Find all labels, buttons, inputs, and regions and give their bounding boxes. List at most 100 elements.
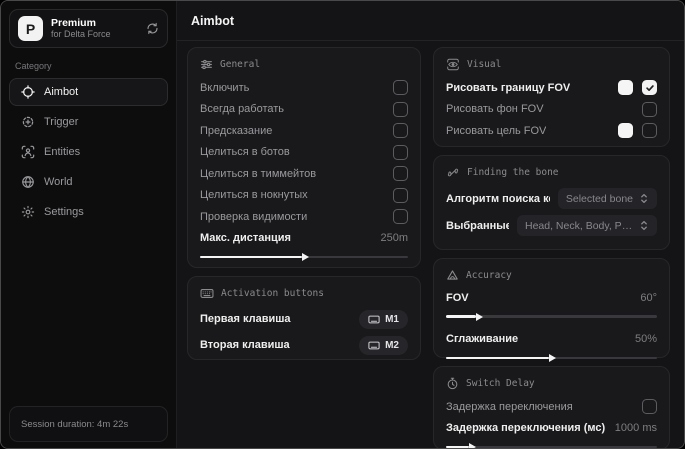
setting-label: Проверка видимости (200, 210, 308, 223)
tune-icon (201, 59, 212, 70)
bone-row-algorithm: Алгоритм поиска костей Selected bone (446, 185, 657, 212)
visual-label: Рисовать цель FOV (446, 124, 547, 137)
keyboard-icon (368, 341, 380, 349)
visual-row-fov-background: Рисовать фон FOV (446, 99, 657, 121)
keybind-label: Вторая клавиша (200, 339, 290, 351)
setting-label: Макс. дистанция (200, 232, 291, 245)
keybind-button-m1[interactable]: M1 (359, 309, 408, 329)
panel-finding-bone: Finding the bone Алгоритм поиска костей … (433, 155, 670, 250)
bone-algorithm-select[interactable]: Selected bone (557, 188, 657, 209)
page-title: Aimbot (191, 13, 235, 28)
crosshair-icon (20, 85, 35, 100)
sidebar-item-label: Trigger (44, 116, 79, 128)
panel-accuracy: Accuracy FOV 60° Сглаживание 50% (433, 258, 670, 362)
page-header: Aimbot (177, 1, 684, 41)
visual-label: Рисовать фон FOV (446, 103, 544, 116)
sidebar-item-world[interactable]: World (9, 168, 168, 196)
gear-icon (20, 205, 35, 220)
sidebar-item-settings[interactable]: Settings (9, 198, 168, 226)
content: General Включить Всегда работать Предска… (177, 41, 684, 448)
smoothing-value: 50% (634, 333, 657, 346)
keyboard-icon (368, 315, 380, 323)
setting-label: Включить (200, 81, 250, 94)
setting-row-enable: Включить (200, 77, 408, 99)
switch-delay-label: Задержка переключения (446, 400, 573, 413)
switch-delay-ms-value: 1000 ms (614, 422, 657, 435)
checkbox-switch-delay[interactable] (642, 399, 657, 415)
smoothing-slider[interactable] (446, 352, 657, 364)
brand-logo: P (18, 16, 43, 41)
switch-delay-slider[interactable] (446, 441, 657, 448)
chevrons-updown-icon (641, 221, 647, 230)
color-swatch-fov-border[interactable] (618, 80, 633, 96)
sidebar-item-label: World (44, 176, 73, 188)
checkbox-target-knocked[interactable] (393, 187, 408, 203)
keybind-label: Первая клавиша (200, 313, 291, 325)
bone-label: Алгоритм поиска костей (446, 192, 550, 205)
keybind-button-m2[interactable]: M2 (359, 335, 408, 355)
visual-label: Рисовать границу FOV (446, 81, 571, 94)
bone-label: Выбранные кости (446, 219, 509, 232)
sync-icon[interactable] (146, 22, 159, 35)
max-distance-slider[interactable] (200, 251, 408, 263)
accuracy-icon (447, 270, 458, 280)
keybind-row-second: Вторая клавиша M2 (200, 332, 408, 358)
checkbox-fov-background[interactable] (642, 101, 657, 117)
keyboard-icon (200, 289, 214, 298)
setting-row-always-work: Всегда работать (200, 99, 408, 121)
slider-thumb[interactable] (549, 354, 557, 362)
visual-row-fov-target: Рисовать цель FOV (446, 120, 657, 142)
setting-row-target-teammates: Целиться в тиммейтов (200, 163, 408, 185)
fov-slider[interactable] (446, 311, 657, 323)
slider-thumb[interactable] (469, 443, 477, 448)
checkbox-target-teammates[interactable] (393, 166, 408, 182)
slider-thumb[interactable] (475, 312, 483, 321)
checkbox-fov-target[interactable] (642, 123, 657, 139)
panel-switch-delay: Switch Delay Задержка переключения Задер… (433, 366, 670, 448)
accuracy-label: Сглаживание (446, 333, 519, 346)
checkbox-prediction[interactable] (393, 123, 408, 139)
main-area: Aimbot General Включить Всегда работать … (177, 1, 684, 448)
checkbox-always-work[interactable] (393, 101, 408, 117)
accuracy-row-fov: FOV 60° (446, 287, 657, 309)
accuracy-label: FOV (446, 291, 469, 304)
checkbox-target-bots[interactable] (393, 144, 408, 160)
fov-value: 60° (640, 291, 657, 304)
selected-bones-select[interactable]: Head, Neck, Body, Pe... (517, 215, 657, 236)
color-swatch-fov-target[interactable] (618, 123, 633, 139)
setting-row-target-bots: Целиться в ботов (200, 142, 408, 164)
session-duration-text: Session duration: 4m 22s (21, 418, 129, 430)
setting-row-prediction: Предсказание (200, 120, 408, 142)
panel-switch-delay-title: Switch Delay (446, 377, 657, 390)
sidebar-item-aimbot[interactable]: Aimbot (9, 78, 168, 106)
max-distance-value: 250m (380, 232, 408, 245)
sidebar-item-entities[interactable]: Entities (9, 138, 168, 166)
check-icon (645, 84, 654, 91)
timer-icon (447, 377, 458, 390)
sidebar-item-label: Aimbot (44, 86, 79, 98)
trigger-icon (20, 115, 35, 130)
right-column: Visual Рисовать границу FOV Рисовать фон… (433, 47, 670, 448)
sidebar-item-trigger[interactable]: Trigger (9, 108, 168, 136)
checkbox-fov-border[interactable] (642, 80, 657, 96)
panel-visual: Visual Рисовать границу FOV Рисовать фон… (433, 47, 670, 147)
setting-label: Предсказание (200, 124, 273, 137)
switch-delay-ms-row: Задержка переключения (мс) 1000 ms (446, 418, 657, 440)
app-window: P Premium for Delta Force Category Aimbo… (0, 0, 685, 449)
switch-delay-ms-label: Задержка переключения (мс) (446, 422, 606, 435)
checkbox-enable[interactable] (393, 80, 408, 96)
globe-icon (20, 175, 35, 190)
bone-row-selected: Выбранные кости Head, Neck, Body, Pe... (446, 212, 657, 239)
setting-row-max-distance: Макс. дистанция 250m (200, 228, 408, 250)
keybind-row-first: Первая клавиша M1 (200, 306, 408, 332)
slider-thumb[interactable] (301, 253, 309, 261)
panel-visual-title: Visual (446, 58, 657, 71)
sidebar-item-label: Entities (44, 146, 81, 158)
panel-bone-title: Finding the bone (446, 166, 657, 179)
setting-label: Целиться в нокнутых (200, 189, 308, 202)
panel-activation-title: Activation buttons (200, 287, 408, 300)
checkbox-visibility-check[interactable] (393, 209, 408, 225)
sidebar: P Premium for Delta Force Category Aimbo… (1, 1, 177, 448)
brand-name: Premium (51, 17, 96, 30)
brand-subtitle: for Delta Force (51, 29, 111, 40)
